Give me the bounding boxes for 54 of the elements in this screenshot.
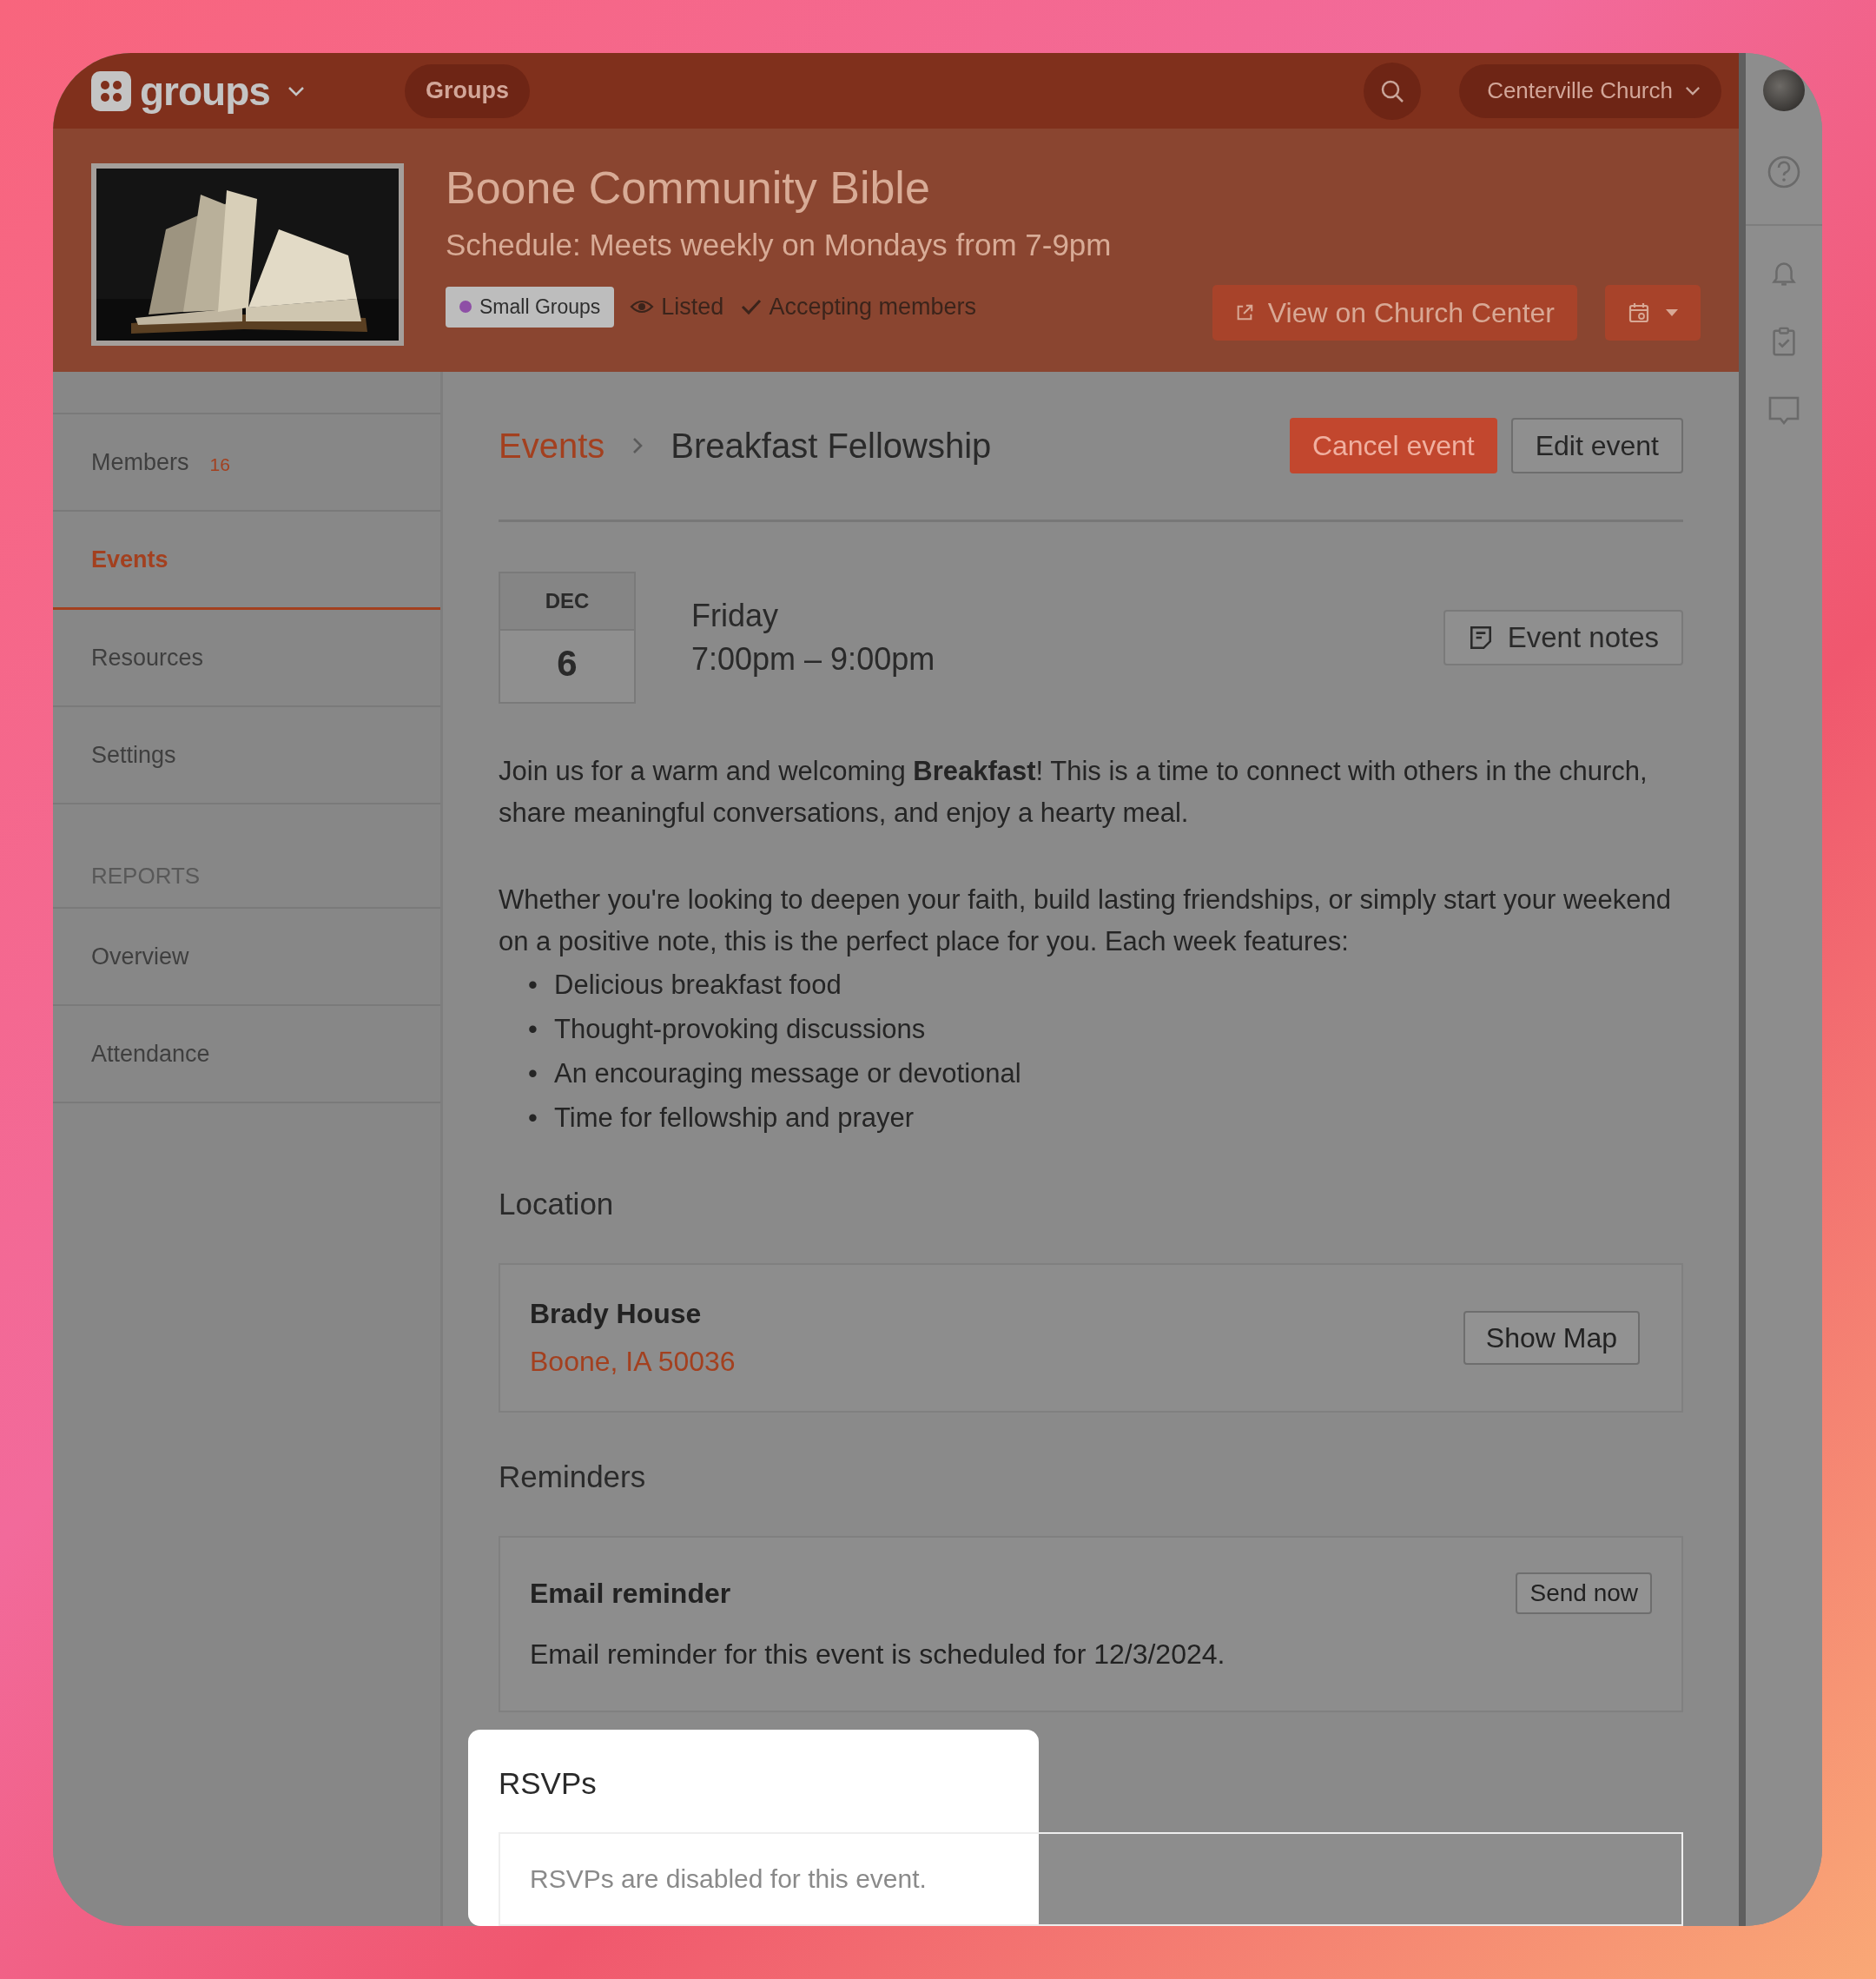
event-title: Breakfast Fellowship <box>670 426 992 466</box>
bullet-mark: • <box>528 1013 538 1046</box>
send-now-button[interactable]: Send now <box>1516 1572 1652 1614</box>
app-name: groups <box>140 67 270 115</box>
cancel-event-button[interactable]: Cancel event <box>1289 418 1497 473</box>
show-map-button[interactable]: Show Map <box>1463 1311 1640 1365</box>
group-schedule: Schedule: Meets weekly on Mondays from 7-9pm <box>446 228 1113 262</box>
section-heading: Location <box>499 1187 615 1221</box>
event-time: 7:00pm – 9:00pm <box>691 640 935 678</box>
section-heading: RSVPs <box>499 1766 598 1801</box>
eye-icon <box>630 299 655 314</box>
caret-icon <box>1666 309 1678 316</box>
description-paragraph: Whether you're looking to deepen your faith, build lasting friendships, or simply start your weekend on a positive note, this is the perfect place for you. Each week features: <box>499 884 1672 958</box>
calendar-menu-button[interactable] <box>1605 285 1701 341</box>
location-name: Brady House <box>530 1298 703 1330</box>
feature-item: Thought-provoking discussions <box>554 1013 926 1046</box>
reminder-text: Email reminder for this event is scheduled for 12/3/2024. <box>530 1638 1226 1671</box>
feature-item: Delicious breakfast food <box>554 969 842 1002</box>
avatar-icon[interactable] <box>1763 69 1805 111</box>
groups-nav-button[interactable]: Groups <box>405 63 530 118</box>
sidebar-item[interactable]: Attendance <box>53 1006 440 1103</box>
location-address[interactable]: Boone, IA 50036 <box>530 1346 736 1378</box>
event-notes-button[interactable]: Event notes <box>1443 610 1683 665</box>
reminder-title: Email reminder <box>530 1577 731 1610</box>
breadcrumb-link[interactable]: Events <box>499 426 605 466</box>
edit-event-button[interactable]: Edit event <box>1510 418 1683 473</box>
view-on-church-center-button[interactable]: View on Church Center <box>1212 285 1577 341</box>
rsvp-message: RSVPs are disabled for this event. <box>530 1864 927 1894</box>
logo-icon <box>91 70 131 111</box>
check-icon <box>741 298 763 315</box>
date-day: 6 <box>500 631 634 702</box>
bullet-mark: • <box>528 969 538 1002</box>
sidebar-item[interactable]: Resources <box>53 610 440 707</box>
member-count: 16 <box>209 454 230 475</box>
bullet-mark: • <box>528 1102 538 1135</box>
chevron-down-icon <box>1685 86 1701 96</box>
date-month: DEC <box>500 573 634 631</box>
feature-item: Time for fellowship and prayer <box>554 1102 915 1135</box>
event-weekday: Friday <box>691 597 780 635</box>
membership-status: Accepting members <box>769 293 976 321</box>
group-type-tag[interactable]: Small Groups <box>446 286 615 328</box>
bullet-mark: • <box>528 1057 538 1090</box>
visibility-label: Listed <box>661 293 724 321</box>
account-menu-button[interactable]: Centerville Church <box>1459 63 1721 118</box>
section-heading: Reminders <box>499 1459 647 1494</box>
sidebar-item[interactable]: Overview <box>53 909 440 1006</box>
group-title: Boone Community Bible <box>446 162 931 214</box>
chevron-right-icon <box>632 437 644 454</box>
feature-item: An encouraging message or devotional <box>554 1057 1021 1090</box>
chevron-down-icon[interactable] <box>287 85 305 96</box>
help-icon[interactable] <box>1767 155 1801 189</box>
description-paragraph: Join us for a warm and welcoming Breakfast! This is a time to connect with others in the church, share meaningful conversations, and enjoy a hearty meal. <box>499 755 1648 830</box>
calendar-icon <box>1628 301 1650 324</box>
sidebar-item[interactable]: Settings <box>53 707 440 804</box>
